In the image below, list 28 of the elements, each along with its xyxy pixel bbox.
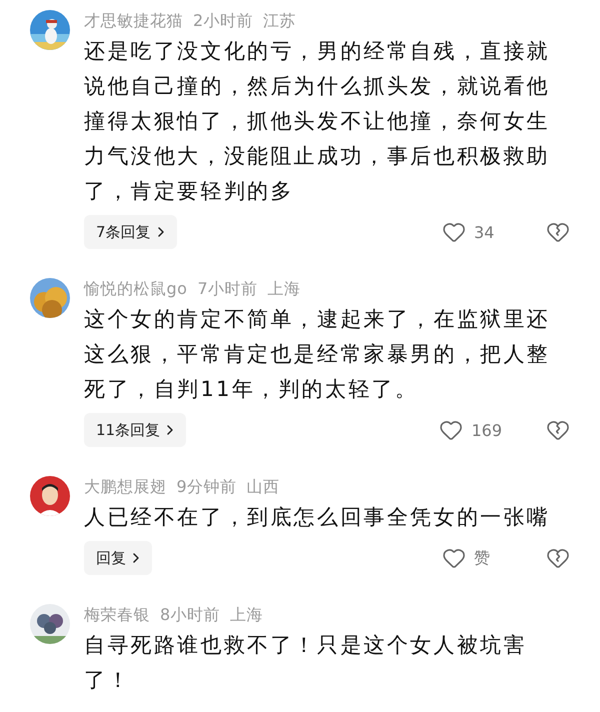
location: 山西 xyxy=(246,476,280,498)
comment-text: 人已经不在了，到底怎么回事全凭女的一张嘴 xyxy=(84,504,551,531)
dislike-icon[interactable] xyxy=(546,418,570,442)
comment-text: 还是吃了没文化的亏，男的经常自残，直接就说他自己撞的，然后为什么抓头发，就说看他撞得太狠怕了，抓他头发不让他撞，奈何女生力气没他大，没能阻止成功，事后也积极救助了，肯定要轻判的多 xyxy=(84,38,551,205)
comment-text: 自寻死路谁也救不了！只是这个女人被坑害了！ xyxy=(84,632,528,694)
replies-button[interactable]: 回复 xyxy=(84,541,152,575)
location: 江苏 xyxy=(263,10,296,32)
location: 上海 xyxy=(230,604,264,626)
post-time: 9分钟前 xyxy=(176,476,237,498)
like-icon[interactable] xyxy=(439,418,464,442)
like-count: 34 xyxy=(474,222,496,242)
replies-button[interactable]: 7条回复 xyxy=(84,215,177,249)
like-count: 赞 xyxy=(474,548,491,568)
username[interactable]: 才思敏捷花猫 xyxy=(84,10,183,32)
post-time: 2小时前 xyxy=(193,10,254,32)
like-icon[interactable] xyxy=(442,546,466,570)
comment-text: 这个女的肯定不简单，逮起来了，在监狱里还这么狠，平常肯定也是经常家暴男的，把人整死了，自判11年，判的太轻了。 xyxy=(84,306,551,403)
username[interactable]: 愉悦的松鼠go xyxy=(84,278,188,300)
location: 上海 xyxy=(268,278,301,300)
like-count: 169 xyxy=(471,420,502,440)
replies-button[interactable]: 11条回复 xyxy=(84,413,186,447)
dislike-icon[interactable] xyxy=(546,220,570,244)
username[interactable]: 梅荣春银 xyxy=(84,604,150,626)
post-time: 7小时前 xyxy=(197,278,258,300)
post-time: 8小时前 xyxy=(160,604,220,626)
like-icon[interactable] xyxy=(442,220,466,244)
dislike-icon[interactable] xyxy=(546,546,570,570)
username[interactable]: 大鹏想展翅 xyxy=(84,476,166,498)
